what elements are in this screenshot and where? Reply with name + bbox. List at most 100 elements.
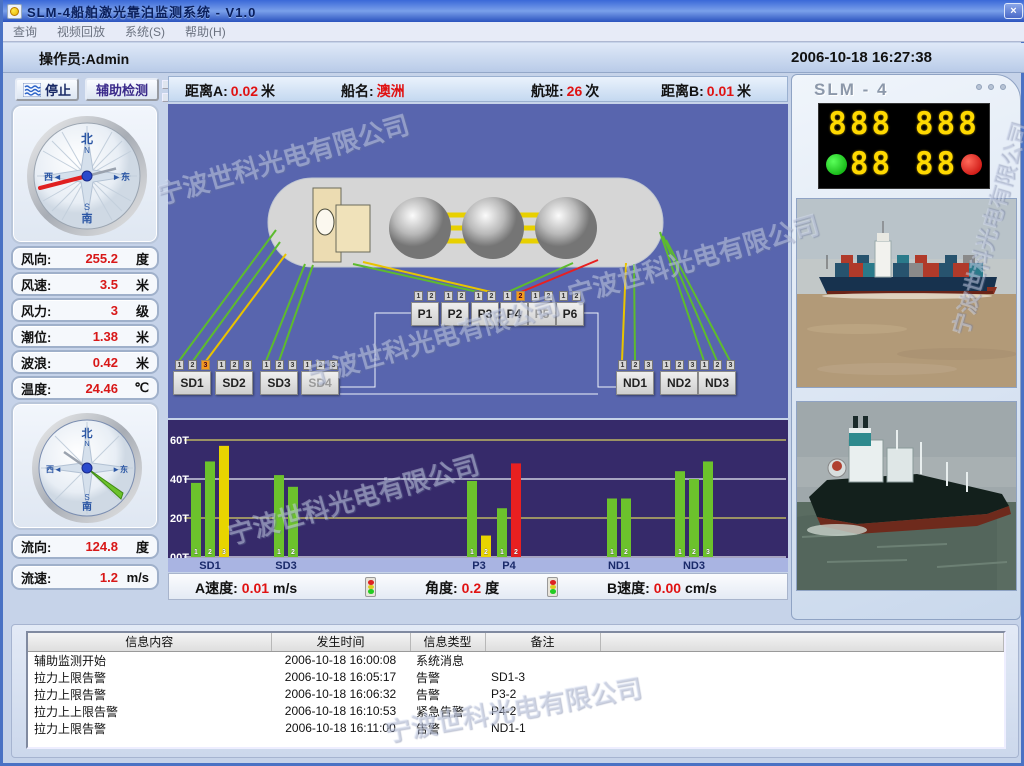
led-display: 888 888 88 88 [818,103,990,189]
operator-label: 操作员:Admin [39,49,129,69]
svg-text:南: 南 [82,500,92,513]
svg-text:SD3: SD3 [275,560,296,572]
led-row-top: 888 888 [819,104,989,144]
sensor-tab-SD3-3: 3 [288,360,297,370]
menu-item-help[interactable]: 帮助(H) [185,23,226,40]
svg-text:N: N [84,146,90,155]
wave-readout: 波浪:0.42米 [11,350,159,374]
distance-b-field: 距离B:0.01米 [661,81,751,101]
sensor-tab-ND1-1: 1 [618,360,627,370]
led-green-lamp [826,154,847,175]
svg-text:3: 3 [706,549,710,556]
a-speed-readout: A速度:0.01m/s [195,578,297,598]
table-row[interactable]: 辅助监测开始2006-10-18 16:00:08系统消息 [28,651,1004,669]
title-bar: SLM-4船舶激光靠泊监测系统 - V1.0 × [3,0,1024,22]
traffic-light-icon [547,577,558,597]
temperature-readout: 温度:24.46℃ [11,376,159,400]
wind-speed-readout: 风速:3.5米 [11,272,159,296]
table-row[interactable]: 拉力上限告警2006-10-18 16:11:00告警ND1-1 [28,720,1004,737]
svg-text:P4: P4 [502,560,516,572]
sensor-tab-P5-1: 1 [531,291,540,301]
ship-porthole [316,209,334,235]
sensor-tab-SD3-1: 1 [262,360,271,370]
sensor-tab-P4-2: 2 [516,291,525,301]
sensor-box-ND3: ND3 [698,371,736,395]
menu-item-video-playback[interactable]: 视频回放 [57,23,105,40]
svg-text:20T: 20T [170,513,189,525]
svg-text:S: S [84,202,90,212]
sensor-box-SD1: SD1 [173,371,211,395]
aux-detect-label: 辅助检测 [96,80,148,99]
compass-west-label: 西◄ [44,172,62,182]
ship-name-field: 船名:澳洲 [341,81,408,101]
mooring-line-nd1-2 [634,264,635,361]
current-compass-gauge: 北 N S 南 西◄ ►东 [11,402,159,530]
menu-item-system[interactable]: 系统(S) [125,23,165,40]
col-header-note[interactable]: 备注 [485,633,600,651]
table-row[interactable]: 拉力上上限告警2006-10-18 16:10:53紧急告警P4-2 [28,703,1004,720]
led-red-lamp [961,154,982,175]
ship-tank [389,197,451,259]
wind-direction-readout: 风向:255.2度 [11,246,159,270]
datetime-display: 2006-10-18 16:27:38 [791,49,932,66]
mooring-line-sd3-1 [266,264,305,361]
sensor-box-P4: P4 [500,302,528,326]
sensor-box-P5: P5 [528,302,556,326]
sensor-tab-SD3-2: 2 [275,360,284,370]
mooring-line-nd3-1 [660,232,704,361]
menu-bar: 查询 视频回放 系统(S) 帮助(H) [3,22,1024,42]
routing-line [584,313,616,387]
close-icon[interactable]: × [1004,3,1023,19]
svg-text:1: 1 [678,549,682,556]
sensor-tab-P1-2: 2 [427,291,436,301]
sensor-tab-ND2-2: 2 [675,360,684,370]
sensor-tab-SD2-2: 2 [230,360,239,370]
mooring-diagram: SD1123SD2123SD3123SD4123P112P212P312P412… [168,104,788,418]
sensor-tab-P2-2: 2 [457,291,466,301]
tide-level-readout: 潮位:1.38米 [11,324,159,348]
svg-text:北: 北 [82,426,93,440]
svg-text:1: 1 [470,549,474,556]
sensor-tab-ND3-2: 2 [713,360,722,370]
mooring-line-nd3-2 [663,236,717,361]
col-header-message[interactable]: 信息内容 [28,633,271,651]
svg-text:2: 2 [514,549,518,556]
sensor-tab-P1-1: 1 [414,291,423,301]
mooring-line-nd1-1 [622,263,626,361]
table-row[interactable]: 拉力上限告警2006-10-18 16:06:32告警P3-2 [28,686,1004,703]
svg-text:1: 1 [610,549,614,556]
col-header-time[interactable]: 发生时间 [271,633,410,651]
current-speed-readout: 流速:1.2m/s [11,564,159,590]
svg-text:60T: 60T [170,435,189,447]
sensor-box-SD4: SD4 [301,371,339,395]
waves-icon [23,83,41,97]
ship-tank [462,197,524,259]
panel-dots [976,84,1006,90]
voyage-field: 航班:26次 [531,81,599,101]
sensor-box-P2: P2 [441,302,469,326]
sensor-tab-P6-1: 1 [559,291,568,301]
slm-panel-title: SLM - 4 [814,80,888,100]
sensor-tab-P2-1: 1 [444,291,453,301]
sensor-tab-ND2-1: 1 [662,360,671,370]
svg-text:3: 3 [222,549,226,556]
aux-detect-button[interactable]: 辅助检测 [85,78,159,101]
app-icon [7,4,22,19]
svg-text:2: 2 [624,549,628,556]
sensor-tab-P3-2: 2 [487,291,496,301]
svg-text:1: 1 [500,549,504,556]
table-row[interactable]: 拉力上限告警2006-10-18 16:05:17告警SD1-3 [28,669,1004,686]
sensor-tab-P3-1: 1 [474,291,483,301]
sensor-box-SD3: SD3 [260,371,298,395]
sensor-tab-ND3-1: 1 [700,360,709,370]
stop-button[interactable]: 停止 [15,78,79,101]
mooring-line-sd1-2 [193,242,280,361]
menu-item-query[interactable]: 查询 [13,23,37,40]
app-window: SLM-4船舶激光靠泊监测系统 - V1.0 × 查询 视频回放 系统(S) 帮… [0,0,1024,766]
svg-text:2: 2 [692,549,696,556]
ship-data-strip: 距离A:0.02米 船名:澳洲 航班:26次 距离B:0.01米 [168,76,788,102]
routing-line [340,313,411,387]
window-title: SLM-4船舶激光靠泊监测系统 - V1.0 [27,2,256,21]
col-header-type[interactable]: 信息类型 [410,633,485,651]
sensor-tab-ND3-3: 3 [726,360,735,370]
